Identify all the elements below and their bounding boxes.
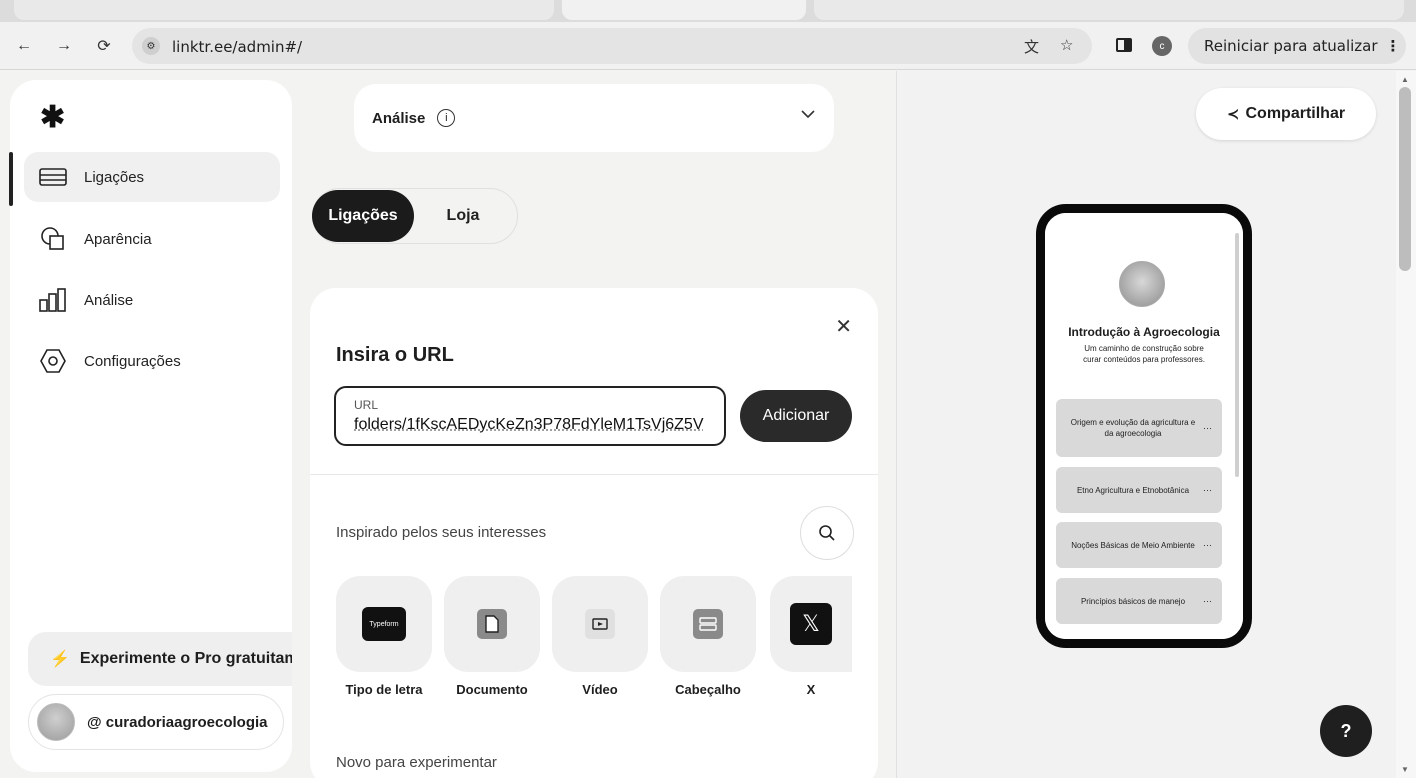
scroll-down-icon[interactable]: ▼ — [1401, 765, 1409, 774]
linktree-logo[interactable]: ✱ — [40, 100, 65, 135]
preview-link-label: Etno Agricultura e Etnobotânica — [1077, 485, 1189, 496]
browser-toolbar: ← → ⟳ ⚙ linktr.ee/admin#/ 文 ☆ c Reinicia… — [0, 22, 1416, 70]
more-icon[interactable]: ··· — [1203, 596, 1212, 607]
restart-label: Reiniciar para atualizar — [1204, 37, 1378, 55]
sidebar-item-links[interactable]: Ligações — [24, 152, 280, 202]
close-icon[interactable]: ✕ — [835, 314, 852, 339]
scrollbar-thumb[interactable] — [1399, 87, 1411, 271]
tile-document[interactable] — [444, 576, 540, 672]
try-pro-label: Experimente o Pro gratuitamente — [80, 650, 292, 668]
sidebar-item-label: Análise — [84, 292, 133, 309]
preview-link-label: Princípios básicos de manejo — [1081, 596, 1185, 607]
tile-header[interactable] — [660, 576, 756, 672]
settings-icon — [38, 348, 68, 374]
preview-title: Introdução à Agroecologia — [1045, 325, 1243, 339]
tile-label: X — [770, 682, 852, 697]
header-icon — [693, 609, 723, 639]
help-button[interactable]: ? — [1320, 705, 1372, 757]
side-panel-icon[interactable] — [1116, 38, 1132, 52]
sidebar-item-label: Ligações — [84, 169, 144, 186]
tile-x[interactable]: 𝕏 — [770, 576, 852, 672]
forward-icon[interactable]: → — [52, 34, 76, 58]
appearance-icon — [38, 226, 68, 252]
browser-tab[interactable] — [14, 0, 554, 20]
share-label: Compartilhar — [1246, 105, 1346, 123]
new-to-try-heading: Novo para experimentar — [336, 754, 497, 771]
back-icon[interactable]: ← — [12, 34, 36, 58]
address-bar[interactable]: ⚙ linktr.ee/admin#/ 文 ☆ — [132, 28, 1092, 64]
browser-tab[interactable] — [814, 0, 1404, 20]
share-icon: ≺ — [1227, 105, 1240, 123]
tile-label: Vídeo — [552, 682, 648, 697]
analytics-icon — [38, 288, 68, 312]
divider — [310, 474, 878, 475]
url-text[interactable]: linktr.ee/admin#/ — [172, 38, 302, 56]
help-icon: ? — [1341, 721, 1352, 742]
account-button[interactable]: @ curadoriaagroecologia — [28, 694, 284, 750]
preview-link[interactable]: Origem e evolução da agricultura e da ag… — [1056, 399, 1222, 457]
preview-link[interactable]: Etno Agricultura e Etnobotânica ··· — [1056, 467, 1222, 513]
more-menu-icon[interactable]: ⋮ — [1386, 37, 1401, 55]
preview-link[interactable]: Princípios básicos de manejo ··· — [1056, 578, 1222, 624]
sidebar-item-settings[interactable]: Configurações — [24, 336, 280, 386]
url-input[interactable]: URL folders/1fKscAEDycKeZn3P78FdYleM1TsV… — [334, 386, 726, 446]
browser-tab-active[interactable] — [562, 0, 806, 20]
tab-links[interactable]: Ligações — [312, 190, 414, 242]
tab-shop[interactable]: Loja — [420, 190, 506, 242]
analytics-dropdown[interactable]: Análise i — [354, 84, 834, 152]
phone-preview: Introdução à Agroecologia Um caminho de … — [1036, 204, 1252, 648]
inspired-heading: Inspirado pelos seus interesses — [336, 524, 546, 541]
preview-link[interactable]: Noções Básicas de Meio Ambiente ··· — [1056, 522, 1222, 568]
sidebar-item-label: Aparência — [84, 231, 152, 248]
more-icon[interactable]: ··· — [1203, 540, 1212, 551]
more-icon[interactable]: ··· — [1203, 423, 1212, 434]
active-indicator — [9, 152, 13, 206]
profile-avatar[interactable]: c — [1152, 36, 1172, 56]
search-button[interactable] — [800, 506, 854, 560]
share-button[interactable]: ≺ Compartilhar — [1196, 88, 1376, 140]
preview-scrollbar[interactable] — [1235, 233, 1239, 477]
bolt-icon: ⚡ — [50, 649, 70, 669]
panel-title: Insira o URL — [336, 344, 454, 367]
try-pro-button[interactable]: ⚡ Experimente o Pro gratuitamente — [28, 632, 292, 686]
sidebar-item-appearance[interactable]: Aparência — [24, 214, 280, 264]
links-icon — [38, 168, 68, 186]
avatar — [37, 703, 75, 741]
info-icon[interactable]: i — [437, 109, 455, 127]
document-icon — [477, 609, 507, 639]
preview-link-label: Noções Básicas de Meio Ambiente — [1071, 540, 1195, 551]
x-logo-icon: 𝕏 — [790, 603, 832, 645]
search-icon — [818, 524, 836, 542]
typeform-icon: Typeform — [362, 607, 406, 641]
page-scrollbar[interactable]: ▲ ▼ — [1396, 71, 1416, 778]
chevron-down-icon — [800, 106, 816, 124]
url-field-value[interactable]: folders/1fKscAEDycKeZn3P78FdYleM1TsVj6Z5… — [354, 416, 706, 434]
add-button[interactable]: Adicionar — [740, 390, 852, 442]
bookmark-star-icon[interactable]: ☆ — [1060, 36, 1073, 54]
video-icon — [585, 609, 615, 639]
sidebar: ✱ Ligações Aparência Análise Configuraçõ… — [10, 80, 292, 772]
url-field-label: URL — [354, 398, 706, 412]
restart-to-update-button[interactable]: Reiniciar para atualizar ⋮ — [1188, 28, 1406, 64]
preview-avatar — [1119, 261, 1165, 307]
tile-typeform[interactable]: Typeform — [336, 576, 432, 672]
preview-link-label: Origem e evolução da agricultura e da ag… — [1070, 417, 1196, 439]
reload-icon[interactable]: ⟳ — [92, 34, 116, 58]
more-icon[interactable]: ··· — [1203, 485, 1212, 496]
tile-label: Cabeçalho — [660, 682, 756, 697]
sidebar-item-analytics[interactable]: Análise — [24, 275, 280, 325]
tile-label: Tipo de letra — [336, 682, 432, 697]
preview-description: Um caminho de construção sobre curar con… — [1075, 343, 1213, 365]
browser-tab-strip — [0, 0, 1416, 22]
site-settings-icon[interactable]: ⚙ — [142, 37, 160, 55]
add-link-panel: ✕ Insira o URL URL folders/1fKscAEDycKeZ… — [310, 288, 878, 778]
translate-icon[interactable]: 文 — [1024, 36, 1039, 57]
tile-label: Documento — [444, 682, 540, 697]
sidebar-item-label: Configurações — [84, 353, 181, 370]
scroll-up-icon[interactable]: ▲ — [1401, 75, 1409, 84]
username: @ curadoriaagroecologia — [87, 714, 268, 731]
analytics-label: Análise — [372, 110, 425, 127]
tile-video[interactable] — [552, 576, 648, 672]
